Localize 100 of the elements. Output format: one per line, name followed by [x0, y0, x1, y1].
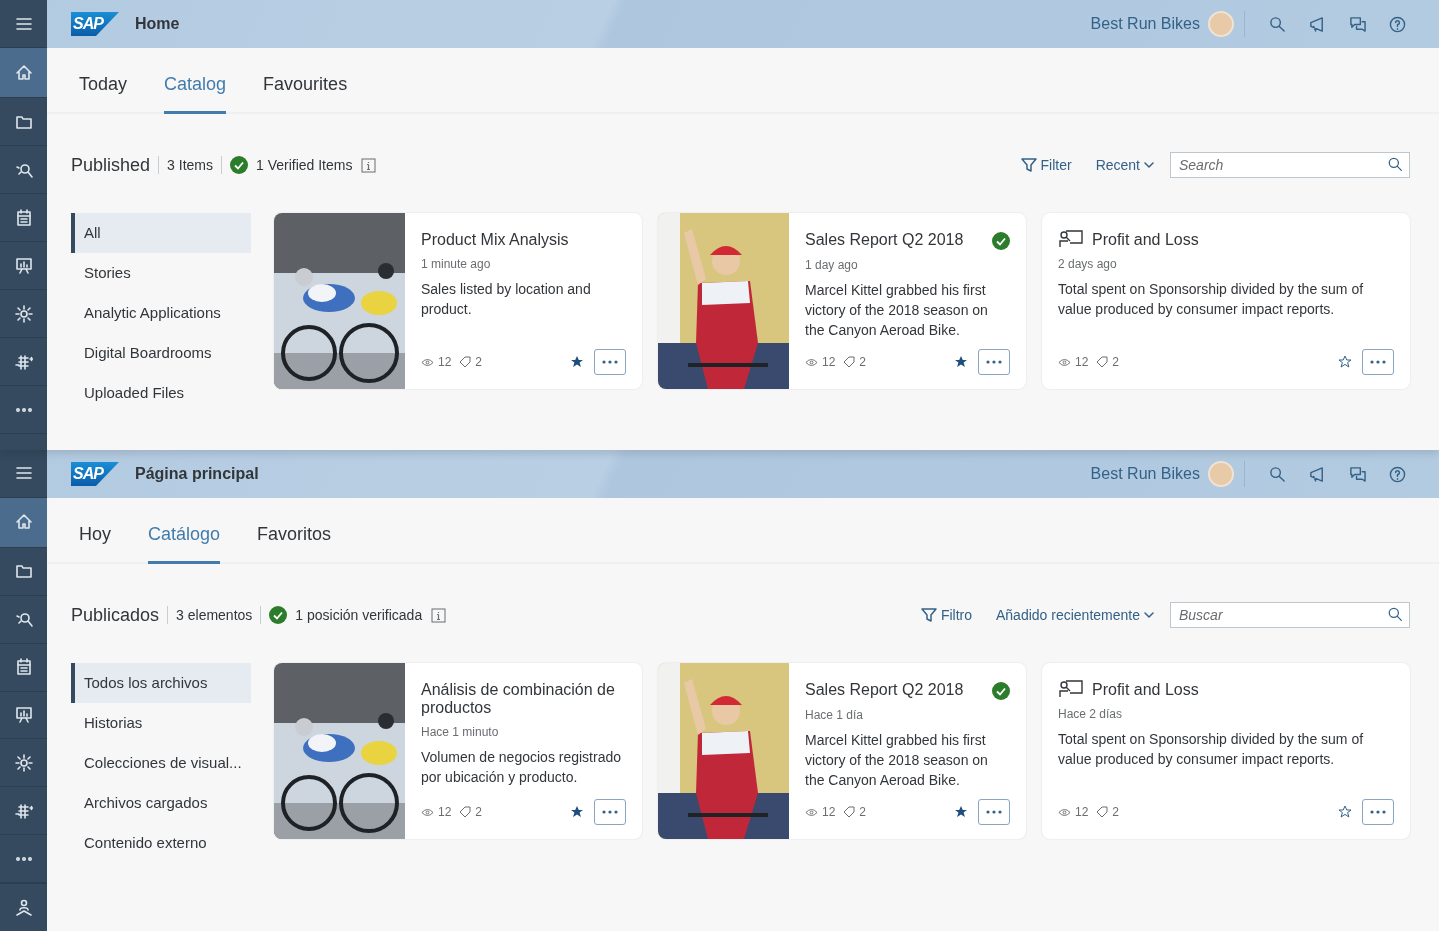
search-icon — [1388, 157, 1403, 172]
card-title: Profit and Loss — [1092, 681, 1200, 699]
presentation-icon — [14, 705, 33, 724]
content-card[interactable]: Profit and Loss 2 days ago Total spent on Sponsorship divided by the sum of value produced by consumer impact reports. 12 2 — [1042, 213, 1410, 389]
tab[interactable]: Hoy — [79, 521, 111, 564]
eye-icon — [805, 357, 818, 367]
grid-plus-icon — [14, 352, 33, 371]
shell-title: Página principal — [135, 464, 259, 484]
view-count: 12 — [1075, 354, 1089, 371]
home-icon — [14, 63, 33, 82]
item-count: 3 Items — [167, 155, 213, 175]
more-icon — [986, 360, 1002, 364]
filter-button[interactable]: Filter — [1020, 154, 1072, 176]
card-time: 2 days ago — [1058, 256, 1118, 273]
comment-count: 2 — [475, 804, 483, 821]
sap-logo[interactable]: SAP — [71, 12, 119, 36]
presentation-icon — [14, 256, 33, 275]
content-card[interactable]: Product Mix Analysis 1 minute ago Sales listed by location and product. 12 2 — [274, 213, 642, 389]
card-description: Volumen de negocios registrado por ubicación y producto. — [421, 748, 623, 787]
view-count: 12 — [438, 354, 452, 371]
chat-icon — [1348, 15, 1366, 33]
section-title: Publicados — [71, 603, 160, 627]
item-count: 3 elementos — [176, 605, 253, 625]
company-name: Best Run Bikes — [1090, 464, 1200, 484]
calendar-icon — [14, 658, 33, 677]
eye-icon — [421, 357, 434, 367]
more-icon — [1370, 810, 1386, 814]
more-button[interactable] — [1362, 349, 1394, 375]
search-field[interactable]: Buscar — [1170, 602, 1410, 628]
sidebar-item[interactable]: Analytic Applications — [71, 293, 251, 333]
tab[interactable]: Today — [79, 71, 128, 114]
card-time: Hace 1 minuto — [421, 724, 500, 741]
star-icon — [1338, 805, 1352, 819]
search-field[interactable]: Search — [1170, 152, 1410, 178]
content-card[interactable]: Sales Report Q2 2018 1 day ago Marcel Kittel grabbed his first victory of the 2018 season on the Canyon Aeroad Bike. 12 2 — [658, 213, 1026, 389]
filter-icon — [920, 607, 937, 623]
person-network-icon — [14, 898, 33, 917]
sap-logo[interactable]: SAP — [71, 462, 119, 486]
more-icon — [15, 856, 32, 861]
verified-count: 1 posición verificada — [295, 605, 423, 625]
tab[interactable]: Favoritos — [257, 521, 332, 564]
comment-count: 2 — [859, 354, 867, 371]
calendar-icon — [14, 208, 33, 227]
card-description: Sales listed by location and product. — [421, 280, 592, 319]
info-icon — [431, 607, 447, 623]
megaphone-icon — [1308, 15, 1326, 33]
sidebar-item[interactable]: Stories — [71, 253, 251, 293]
sidebar-item[interactable]: All — [71, 213, 251, 253]
eye-icon — [805, 807, 818, 817]
search-icon — [1268, 15, 1286, 33]
check-circle-icon — [229, 156, 248, 174]
card-description: Total spent on Sponsorship divided by the sum of value produced by consumer impact reports. — [1058, 730, 1365, 769]
eye-icon — [421, 807, 434, 817]
shell-title: Home — [135, 14, 180, 34]
grid-plus-icon — [14, 801, 33, 820]
more-icon — [15, 407, 32, 412]
content-card[interactable]: Sales Report Q2 2018 Hace 1 día Marcel Kittel grabbed his first victory of the 2018 season on the Canyon Aeroad Bike. 12 2 — [658, 663, 1026, 839]
sidebar-item[interactable]: Todos los archivos — [71, 663, 251, 703]
search-icon — [1388, 607, 1403, 622]
view-count: 12 — [822, 354, 836, 371]
tag-icon — [459, 806, 472, 818]
sidebar-item[interactable]: Digital Boardrooms — [71, 333, 251, 373]
search-icon — [1268, 465, 1286, 483]
card-title: Sales Report Q2 2018 — [805, 231, 965, 249]
tab[interactable]: Favourites — [263, 71, 348, 114]
tag-icon — [1096, 356, 1109, 368]
megaphone-icon — [1308, 465, 1326, 483]
comment-count: 2 — [475, 354, 483, 371]
sidebar-item[interactable]: Contenido externo — [71, 823, 251, 863]
tab[interactable]: Catálogo — [148, 521, 221, 564]
sidebar-item[interactable]: Historias — [71, 703, 251, 743]
sort-dropdown[interactable]: Recent — [1095, 154, 1154, 176]
more-icon — [602, 360, 618, 364]
content-card[interactable]: Profit and Loss Hace 2 días Total spent on Sponsorship divided by the sum of value produced by consumer impact reports. 12 2 — [1042, 663, 1410, 839]
tag-icon — [843, 356, 856, 368]
sidebar-item[interactable]: Archivos cargados — [71, 783, 251, 823]
company-name: Best Run Bikes — [1090, 14, 1200, 34]
tab[interactable]: Catalog — [164, 71, 227, 114]
tag-icon — [1096, 806, 1109, 818]
comment-count: 2 — [859, 804, 867, 821]
view-count: 12 — [438, 804, 452, 821]
card-description: Marcel Kittel grabbed his first victory of the 2018 season on the Canyon Aeroad Bike. — [805, 731, 989, 790]
model-icon — [1058, 679, 1084, 699]
more-icon — [986, 810, 1002, 814]
more-button[interactable] — [1362, 799, 1394, 825]
sidebar-item[interactable]: Uploaded Files — [71, 373, 251, 413]
card-description: Marcel Kittel grabbed his first victory of the 2018 season on the Canyon Aeroad Bike. — [805, 281, 989, 340]
content-card[interactable]: Análisis de combinación de productos Hace 1 minuto Volumen de negocios registrado por ubicación y producto. 12 2 — [274, 663, 642, 839]
chat-icon — [1348, 465, 1366, 483]
check-circle-icon — [269, 606, 288, 624]
comment-count: 2 — [1112, 354, 1120, 371]
info-icon — [361, 157, 377, 173]
filter-button[interactable]: Filtro — [920, 604, 972, 626]
card-description: Total spent on Sponsorship divided by the sum of value produced by consumer impact reports. — [1058, 280, 1365, 319]
help-icon — [1388, 15, 1406, 33]
caret-icon — [1144, 160, 1154, 170]
more-icon — [602, 810, 618, 814]
comment-count: 2 — [1112, 804, 1120, 821]
sort-dropdown[interactable]: Añadido recientemente — [996, 604, 1154, 626]
sidebar-item[interactable]: Colecciones de visual... — [71, 743, 251, 783]
